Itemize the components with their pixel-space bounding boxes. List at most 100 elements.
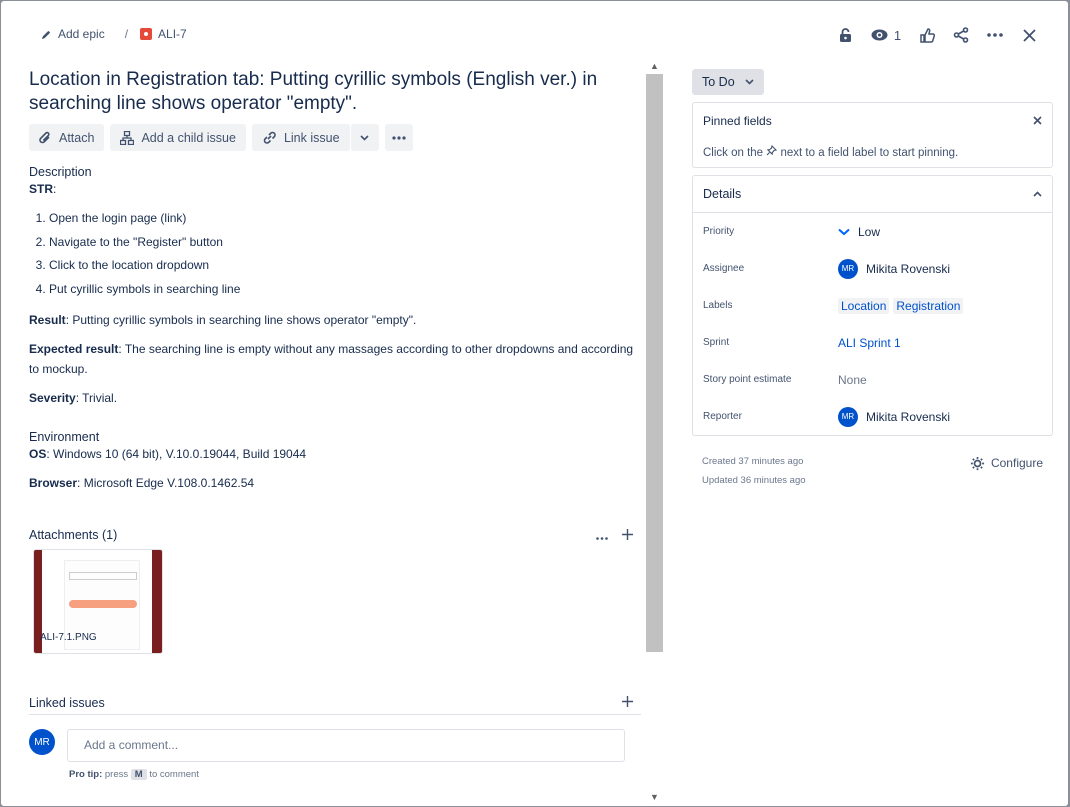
- close-icon: [1022, 28, 1036, 42]
- close-button[interactable]: [1012, 23, 1046, 47]
- steps-list: Open the login page (link) Navigate to t…: [49, 207, 641, 301]
- scrollbar-thumb[interactable]: [646, 74, 663, 652]
- thumbnail-button-shape: [69, 600, 137, 608]
- reporter-field[interactable]: MR Mikita Rovenski: [838, 406, 951, 427]
- issue-toolbar: Attach Add a child issue Link issue: [29, 124, 641, 151]
- os-line: OS: Windows 10 (64 bit), V.10.0.19044, B…: [29, 444, 641, 464]
- attachment-thumbnail[interactable]: ALI-7.1.PNG: [33, 549, 163, 654]
- status-label: To Do: [702, 75, 735, 89]
- os-label: OS: [29, 447, 47, 461]
- vote-button[interactable]: [910, 23, 944, 47]
- environment-body[interactable]: OS: Windows 10 (64 bit), V.10.0.19044, B…: [29, 444, 641, 493]
- story-points-value[interactable]: None: [838, 373, 867, 387]
- keyboard-key: M: [130, 769, 147, 780]
- issue-title[interactable]: Location in Registration tab: Putting cy…: [29, 68, 634, 116]
- priority-field[interactable]: Low: [838, 225, 880, 239]
- result-line: Result: Putting cyrillic symbols in sear…: [29, 310, 641, 330]
- browser-line: Browser: Microsoft Edge V.108.0.1462.54: [29, 473, 641, 493]
- browser-text: : Microsoft Edge V.108.0.1462.54: [77, 476, 255, 490]
- attachments-more-button[interactable]: [596, 527, 608, 543]
- status-dropdown[interactable]: To Do: [692, 69, 764, 95]
- field-label: Story point estimate: [703, 374, 792, 385]
- share-button[interactable]: [944, 23, 978, 47]
- pro-tip-press: press: [104, 769, 129, 780]
- lock-icon: [839, 27, 851, 42]
- avatar: MR: [29, 729, 55, 755]
- add-child-issue-button[interactable]: Add a child issue: [110, 124, 246, 151]
- breadcrumb: Add epic / ALI-7: [41, 27, 187, 41]
- lock-button[interactable]: [828, 23, 862, 47]
- labels-field[interactable]: Location Registration: [838, 297, 967, 314]
- link-issue-button[interactable]: Link issue: [251, 124, 350, 151]
- bug-icon: [140, 28, 153, 40]
- description-heading: Description: [29, 165, 92, 179]
- more-actions-button[interactable]: [978, 23, 1012, 47]
- str-line: STR:: [29, 179, 641, 199]
- pro-tip-label: Pro tip:: [69, 769, 103, 780]
- description-body[interactable]: STR: Open the login page (link) Navigate…: [29, 179, 641, 408]
- reporter-value: Mikita Rovenski: [866, 409, 951, 424]
- close-pinned-button[interactable]: [1033, 114, 1042, 128]
- chevron-up-icon: [1033, 191, 1042, 197]
- plus-icon: [622, 696, 633, 707]
- issue-actions: 1: [828, 23, 1046, 47]
- attachments-header: Attachments (1): [29, 527, 641, 543]
- labels-row: Labels Location Registration: [693, 287, 1052, 324]
- share-icon: [953, 27, 969, 43]
- more-toolbar-button[interactable]: [384, 124, 413, 151]
- close-icon: [1033, 116, 1042, 125]
- comment-input[interactable]: Add a comment...: [67, 729, 625, 762]
- chevron-down-icon: [360, 134, 369, 141]
- browser-label: Browser: [29, 476, 78, 490]
- thumbnail-edge: [152, 550, 162, 653]
- severity-line: Severity: Trivial.: [29, 388, 641, 408]
- str-label: STR: [29, 182, 53, 196]
- field-label: Sprint: [703, 337, 730, 348]
- sprint-row: Sprint ALI Sprint 1: [693, 324, 1052, 361]
- link-icon: [263, 131, 276, 144]
- environment-heading: Environment: [29, 430, 100, 444]
- issue-key-link[interactable]: ALI-7: [140, 27, 187, 41]
- assignee-value: Mikita Rovenski: [866, 261, 951, 276]
- watch-button[interactable]: 1: [862, 23, 910, 47]
- label-chip[interactable]: Registration: [893, 297, 964, 314]
- issue-modal: Add epic / ALI-7 1 Location in Registrat…: [1, 1, 1068, 806]
- result-text: : Putting cyrillic symbols in searching …: [65, 313, 417, 327]
- pinned-fields-panel: Pinned fields Click on the next to a fie…: [692, 102, 1053, 168]
- assignee-field[interactable]: MR Mikita Rovenski: [838, 258, 951, 279]
- linked-issues-heading: Linked issues: [29, 696, 105, 710]
- add-linked-issue-button[interactable]: [622, 696, 633, 710]
- eye-icon: [871, 29, 888, 41]
- scroll-down-arrow[interactable]: ▼: [646, 790, 663, 804]
- attachments-heading: Attachments (1): [29, 528, 118, 542]
- configure-button[interactable]: Configure: [970, 454, 1043, 473]
- severity-label: Severity: [29, 391, 76, 405]
- expected-line: Expected result: The searching line is e…: [29, 339, 641, 379]
- child-issue-icon: [120, 130, 135, 145]
- link-issue-dropdown[interactable]: [350, 124, 379, 151]
- list-item: Put cyrillic symbols in searching line: [49, 278, 641, 302]
- scroll-up-arrow[interactable]: ▲: [646, 59, 663, 73]
- priority-low-icon: [838, 228, 850, 235]
- field-label: Priority: [703, 226, 735, 237]
- expected-label: Expected result: [29, 342, 119, 356]
- list-item: Open the login page (link): [49, 207, 641, 231]
- details-header[interactable]: Details: [693, 176, 1052, 213]
- os-text: : Windows 10 (64 bit), V.10.0.19044, Bui…: [46, 447, 307, 461]
- story-points-row: Story point estimate None: [693, 361, 1052, 398]
- add-attachment-button[interactable]: [622, 527, 633, 543]
- sprint-link[interactable]: ALI Sprint 1: [838, 336, 901, 350]
- add-child-issue-label: Add a child issue: [141, 130, 236, 145]
- pinned-fields-hint: Click on the next to a field label to st…: [703, 144, 1042, 159]
- result-label: Result: [29, 313, 66, 327]
- gear-icon: [970, 456, 985, 471]
- str-suffix: :: [53, 182, 57, 196]
- label-chip[interactable]: Location: [838, 297, 890, 314]
- issue-main: Location in Registration tab: Putting cy…: [29, 59, 641, 806]
- configure-label: Configure: [990, 456, 1043, 470]
- plus-icon: [622, 529, 633, 540]
- add-epic-button[interactable]: Add epic: [41, 27, 105, 41]
- details-heading: Details: [703, 187, 742, 201]
- attach-button[interactable]: Attach: [29, 124, 105, 151]
- field-label: Reporter: [703, 411, 742, 422]
